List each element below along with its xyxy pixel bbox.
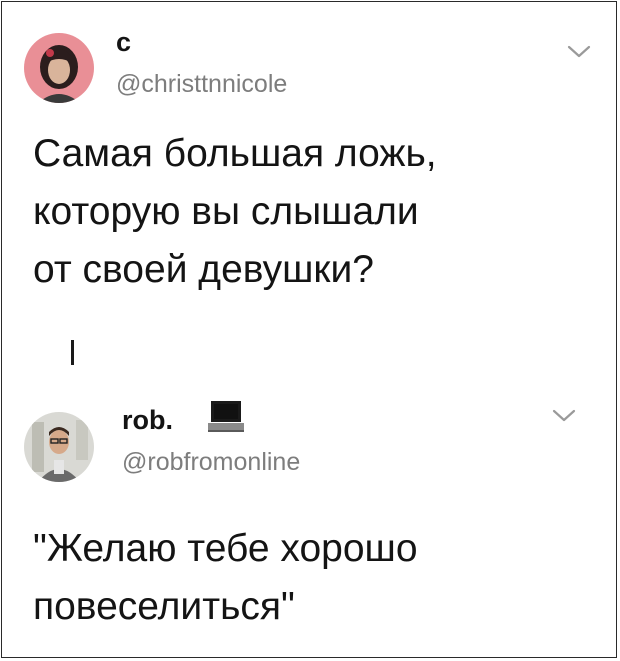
- tweet-text-line: "Желаю тебе хорошо: [33, 527, 418, 570]
- display-name[interactable]: rob.: [122, 405, 173, 435]
- chevron-down-icon[interactable]: [566, 43, 592, 61]
- profile-photo-avatar: [24, 33, 94, 103]
- tweet-text-line: повеселиться": [33, 585, 295, 628]
- chevron-down-icon[interactable]: [551, 407, 577, 425]
- tweet-text: Самая большая ложь, которую вы слышали о…: [33, 125, 437, 299]
- profile-photo-avatar: [24, 412, 94, 482]
- user-handle[interactable]: @christtnnicole: [116, 70, 287, 98]
- tweet-text: "Желаю тебе хорошо повеселиться": [33, 520, 418, 636]
- tweet-text-line: от своей девушки?: [33, 248, 374, 291]
- thread-line: [71, 340, 74, 365]
- tweet-text-line: Самая большая ложь,: [33, 132, 437, 175]
- avatar[interactable]: [24, 412, 94, 482]
- display-name[interactable]: c: [116, 27, 131, 57]
- laptop-icon: [208, 401, 244, 432]
- tweet-text-line: которую вы слышали: [33, 190, 419, 233]
- avatar[interactable]: [24, 33, 94, 103]
- user-handle[interactable]: @robfromonline: [122, 448, 300, 476]
